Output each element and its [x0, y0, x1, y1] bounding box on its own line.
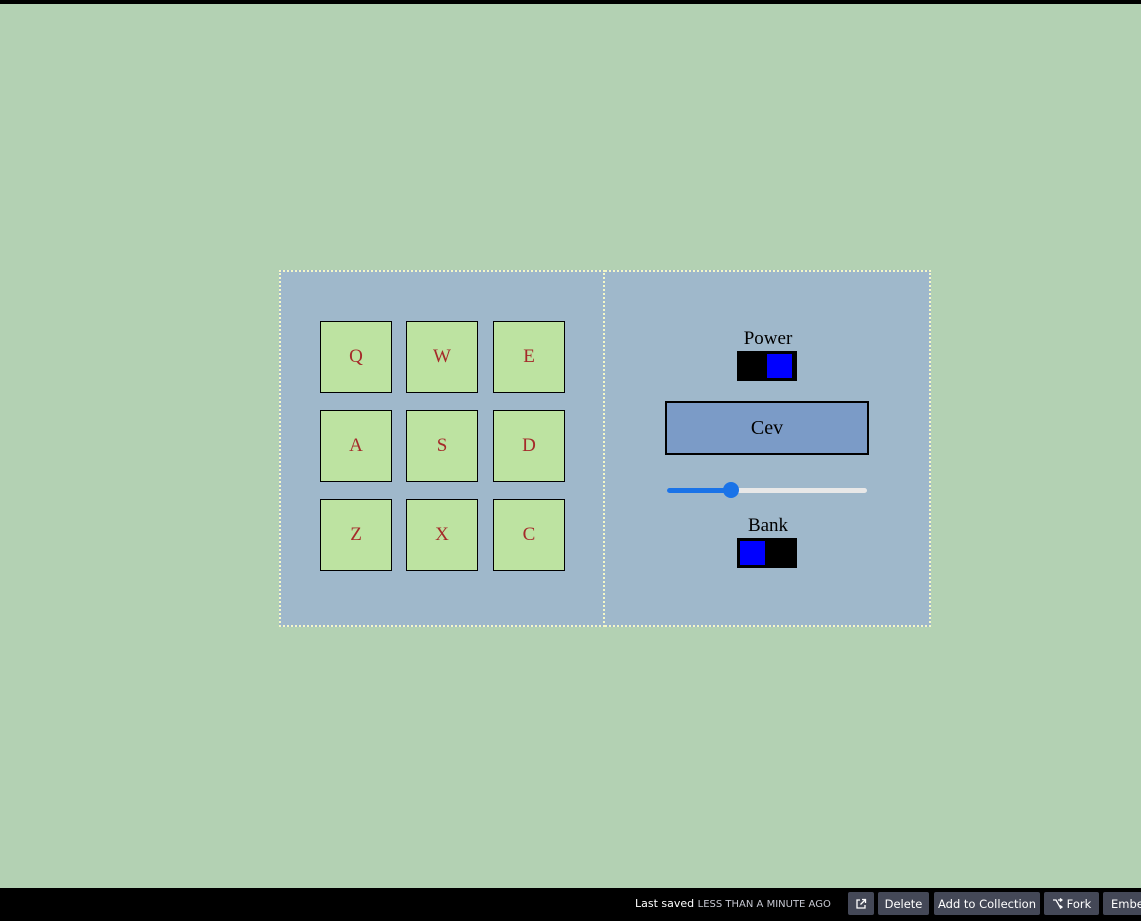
bank-toggle[interactable] [737, 538, 797, 568]
volume-slider[interactable] [667, 482, 867, 498]
top-border [0, 0, 1141, 4]
drum-machine: Q W E A S D Z X C Power Cev Bank [279, 270, 931, 627]
bank-label: Bank [747, 515, 789, 536]
drum-pad-a[interactable]: A [320, 410, 392, 482]
volume-slider-fill [667, 488, 731, 493]
open-external-button[interactable] [848, 892, 874, 915]
fork-button[interactable]: Fork [1044, 892, 1099, 915]
external-link-icon [856, 898, 867, 909]
add-to-collection-button[interactable]: Add to Collection [934, 892, 1040, 915]
drum-pad-d[interactable]: D [493, 410, 565, 482]
last-saved-status: Last saved LESS THAN A MINUTE AGO [635, 897, 831, 910]
drum-pad-c[interactable]: C [493, 499, 565, 571]
drum-pad-q[interactable]: Q [320, 321, 392, 393]
bank-toggle-knob [740, 541, 765, 565]
controls-panel: Power Cev Bank [605, 270, 931, 627]
last-saved-label: Last saved [635, 897, 695, 910]
last-saved-value: LESS THAN A MINUTE AGO [697, 899, 831, 910]
power-toggle[interactable] [737, 351, 797, 381]
fork-label: Fork [1066, 896, 1092, 911]
power-toggle-knob [767, 354, 792, 378]
embed-button[interactable]: Embe [1103, 892, 1141, 915]
sound-display: Cev [665, 401, 869, 455]
pad-bank: Q W E A S D Z X C [279, 270, 605, 627]
editor-footer: Last saved LESS THAN A MINUTE AGO Delete… [0, 888, 1141, 921]
drum-pad-x[interactable]: X [406, 499, 478, 571]
fork-icon [1052, 898, 1063, 909]
drum-pad-s[interactable]: S [406, 410, 478, 482]
drum-pad-w[interactable]: W [406, 321, 478, 393]
drum-pad-z[interactable]: Z [320, 499, 392, 571]
power-label: Power [743, 328, 793, 349]
drum-pad-e[interactable]: E [493, 321, 565, 393]
volume-slider-thumb[interactable] [723, 482, 739, 498]
delete-button[interactable]: Delete [878, 892, 929, 915]
